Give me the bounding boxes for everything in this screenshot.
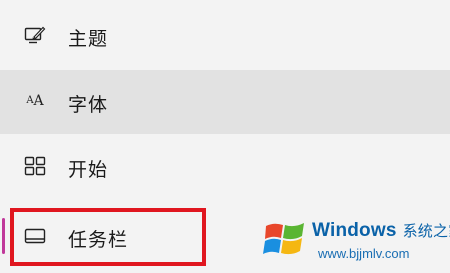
menu-item-label: 字体	[68, 94, 109, 116]
start-menu-icon	[22, 155, 48, 177]
windows-flag-logo-icon	[262, 216, 308, 262]
menu-item-theme[interactable]: 主题	[0, 0, 450, 70]
menu-item-label: 开始	[68, 159, 109, 181]
watermark-title: Windows 系统之家	[312, 220, 450, 242]
watermark: Windows 系统之家 www.bjjmlv.com	[262, 214, 450, 266]
menu-item-start[interactable]: 开始	[0, 134, 450, 200]
watermark-brand: Windows	[312, 220, 397, 241]
menu-item-label: 任务栏	[68, 229, 129, 251]
watermark-brand-cn: 系统之家	[402, 222, 450, 240]
menu-item-label: 主题	[68, 28, 109, 50]
theme-brush-icon	[22, 24, 48, 46]
taskbar-icon	[22, 225, 48, 247]
selected-indicator	[2, 218, 5, 254]
watermark-url: www.bjjmlv.com	[318, 246, 410, 261]
font-icon: AA	[26, 93, 44, 109]
menu-item-font[interactable]: AA 字体	[0, 70, 450, 134]
